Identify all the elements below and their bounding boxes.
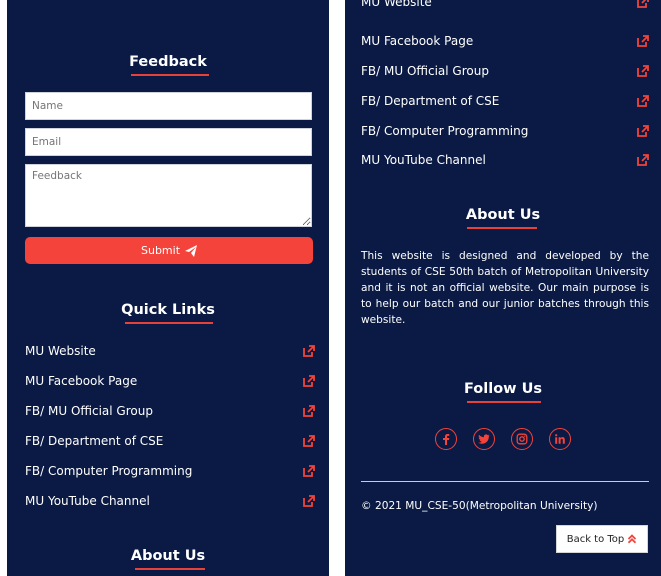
- paper-plane-icon: [185, 244, 198, 257]
- external-link-icon: [303, 375, 315, 387]
- quick-link-mu-facebook-page[interactable]: MU Facebook Page: [361, 32, 649, 50]
- twitter-link[interactable]: [473, 428, 495, 450]
- quick-link-fb-computer-programming[interactable]: FB/ Computer Programming: [361, 122, 649, 140]
- quick-link-mu-facebook-page[interactable]: MU Facebook Page: [25, 372, 315, 390]
- back-to-top-label: Back to Top: [566, 533, 625, 545]
- external-link-icon: [637, 154, 649, 166]
- submit-button[interactable]: Submit: [25, 237, 313, 264]
- quick-link-label: MU Facebook Page: [361, 34, 474, 48]
- external-link-icon: [303, 435, 315, 447]
- external-link-icon: [303, 465, 315, 477]
- quick-link-label: MU Website: [361, 0, 432, 9]
- quick-link-label: FB/ Computer Programming: [361, 124, 529, 138]
- quick-links-title: Quick Links: [121, 302, 215, 318]
- back-to-top-button[interactable]: Back to Top: [556, 525, 648, 553]
- instagram-icon: [516, 433, 528, 445]
- about-title: About Us: [465, 207, 541, 223]
- external-link-icon: [303, 495, 315, 507]
- external-link-icon: [637, 65, 649, 77]
- linkedin-link[interactable]: [549, 428, 571, 450]
- follow-title-underline: [467, 401, 541, 403]
- email-input[interactable]: [25, 128, 312, 156]
- twitter-icon: [478, 434, 490, 444]
- feedback-title-underline: [131, 74, 209, 76]
- facebook-icon: [443, 434, 450, 445]
- external-link-icon: [303, 405, 315, 417]
- about-title-underline: [135, 568, 205, 570]
- quick-link-label: MU YouTube Channel: [361, 153, 486, 167]
- quick-link-fb-department-of-cse[interactable]: FB/ Department of CSE: [25, 432, 315, 450]
- external-link-icon: [637, 35, 649, 47]
- external-link-icon: [637, 95, 649, 107]
- quick-link-label: MU Facebook Page: [25, 374, 138, 388]
- quick-link-fb-mu-official-group[interactable]: FB/ MU Official Group: [361, 62, 649, 80]
- name-input[interactable]: [25, 92, 312, 120]
- quick-link-label: FB/ Department of CSE: [361, 94, 500, 108]
- quick-link-label: FB/ MU Official Group: [25, 404, 153, 418]
- quick-link-label: MU YouTube Channel: [25, 494, 150, 508]
- left-panel: Feedback Submit Quick Links MU Website M…: [7, 0, 329, 576]
- quick-link-fb-mu-official-group[interactable]: FB/ MU Official Group: [25, 402, 315, 420]
- quick-link-fb-department-of-cse[interactable]: FB/ Department of CSE: [361, 92, 649, 110]
- right-panel: MU Website MU Facebook Page FB/ MU Offic…: [345, 0, 661, 576]
- quick-link-mu-website[interactable]: MU Website: [25, 342, 315, 360]
- follow-title: Follow Us: [463, 381, 543, 397]
- external-link-icon: [637, 0, 649, 8]
- external-link-icon: [303, 345, 315, 357]
- about-title: About Us: [130, 548, 206, 564]
- footer-divider: [361, 481, 649, 482]
- external-link-icon: [637, 125, 649, 137]
- quick-link-label: MU Website: [25, 344, 96, 358]
- quick-link-label: FB/ Computer Programming: [25, 464, 193, 478]
- quick-link-label: FB/ MU Official Group: [361, 64, 489, 78]
- copyright-text: © 2021 MU_CSE-50(Metropolitan University…: [361, 500, 598, 512]
- about-text: This website is designed and developed b…: [361, 250, 649, 326]
- instagram-link[interactable]: [511, 428, 533, 450]
- facebook-link[interactable]: [435, 428, 457, 450]
- quick-links-underline: [125, 322, 213, 324]
- feedback-title: Feedback: [129, 54, 207, 70]
- quick-link-mu-website[interactable]: MU Website: [361, 0, 649, 11]
- quick-link-mu-youtube-channel[interactable]: MU YouTube Channel: [25, 492, 315, 510]
- quick-link-label: FB/ Department of CSE: [25, 434, 164, 448]
- quick-link-mu-youtube-channel[interactable]: MU YouTube Channel: [361, 151, 649, 169]
- quick-link-fb-computer-programming[interactable]: FB/ Computer Programming: [25, 462, 315, 480]
- about-title-underline: [467, 227, 537, 229]
- double-chevron-up-icon: [628, 534, 637, 544]
- submit-label: Submit: [140, 244, 181, 257]
- linkedin-icon: [555, 434, 565, 444]
- feedback-textarea[interactable]: [25, 164, 312, 227]
